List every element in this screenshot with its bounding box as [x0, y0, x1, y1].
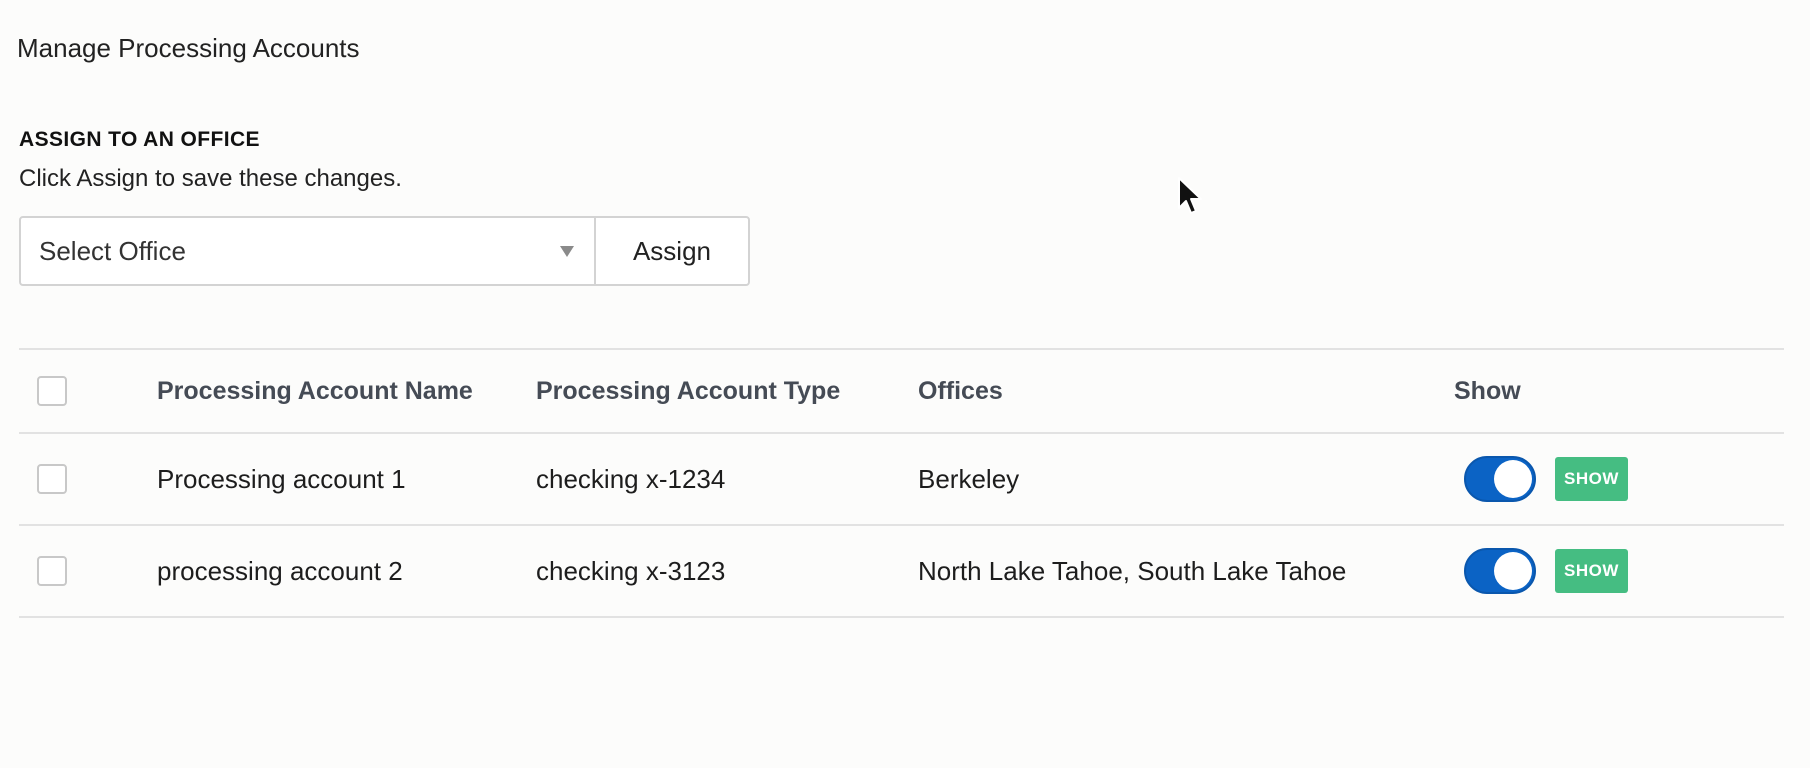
mouse-pointer-icon [1178, 177, 1202, 214]
toggle-knob [1494, 460, 1532, 498]
office-select-value: Select Office [39, 235, 186, 266]
column-header-name[interactable]: Processing Account Name [157, 350, 473, 432]
account-type: checking x-3123 [536, 555, 726, 586]
office-select[interactable]: Select Office [19, 216, 595, 286]
assign-button[interactable]: Assign [595, 216, 750, 286]
select-all-checkbox[interactable] [37, 376, 67, 406]
show-badge[interactable]: SHOW [1555, 549, 1628, 593]
table-header-row: Processing Account Name Processing Accou… [19, 348, 1784, 432]
column-header-show: Show [1454, 376, 1521, 405]
assign-group: Select Office Assign [19, 216, 750, 286]
show-toggle[interactable] [1464, 456, 1536, 502]
toggle-knob [1494, 552, 1532, 590]
row-checkbox[interactable] [37, 556, 67, 586]
show-toggle[interactable] [1464, 548, 1536, 594]
page-title: Manage Processing Accounts [17, 33, 360, 63]
assign-section-heading: ASSIGN TO AN OFFICE [19, 128, 260, 151]
row-checkbox[interactable] [37, 464, 67, 494]
account-offices: Berkeley [918, 463, 1020, 494]
account-name: processing account 2 [157, 555, 403, 586]
account-name: Processing account 1 [157, 463, 406, 494]
accounts-table: Processing Account Name Processing Accou… [19, 348, 1784, 618]
caret-down-icon [560, 245, 574, 257]
column-header-offices[interactable]: Offices [918, 350, 1003, 432]
assign-section-help: Click Assign to save these changes. [19, 165, 402, 192]
table-row: Processing account 1 checking x-1234 Ber… [19, 432, 1784, 524]
account-offices: North Lake Tahoe, South Lake Tahoe [918, 555, 1347, 586]
show-badge[interactable]: SHOW [1555, 457, 1628, 501]
table-row: processing account 2 checking x-3123 Nor… [19, 524, 1784, 616]
account-type: checking x-1234 [536, 463, 726, 494]
column-header-type[interactable]: Processing Account Type [536, 350, 840, 432]
table-bottom-border [19, 616, 1784, 618]
